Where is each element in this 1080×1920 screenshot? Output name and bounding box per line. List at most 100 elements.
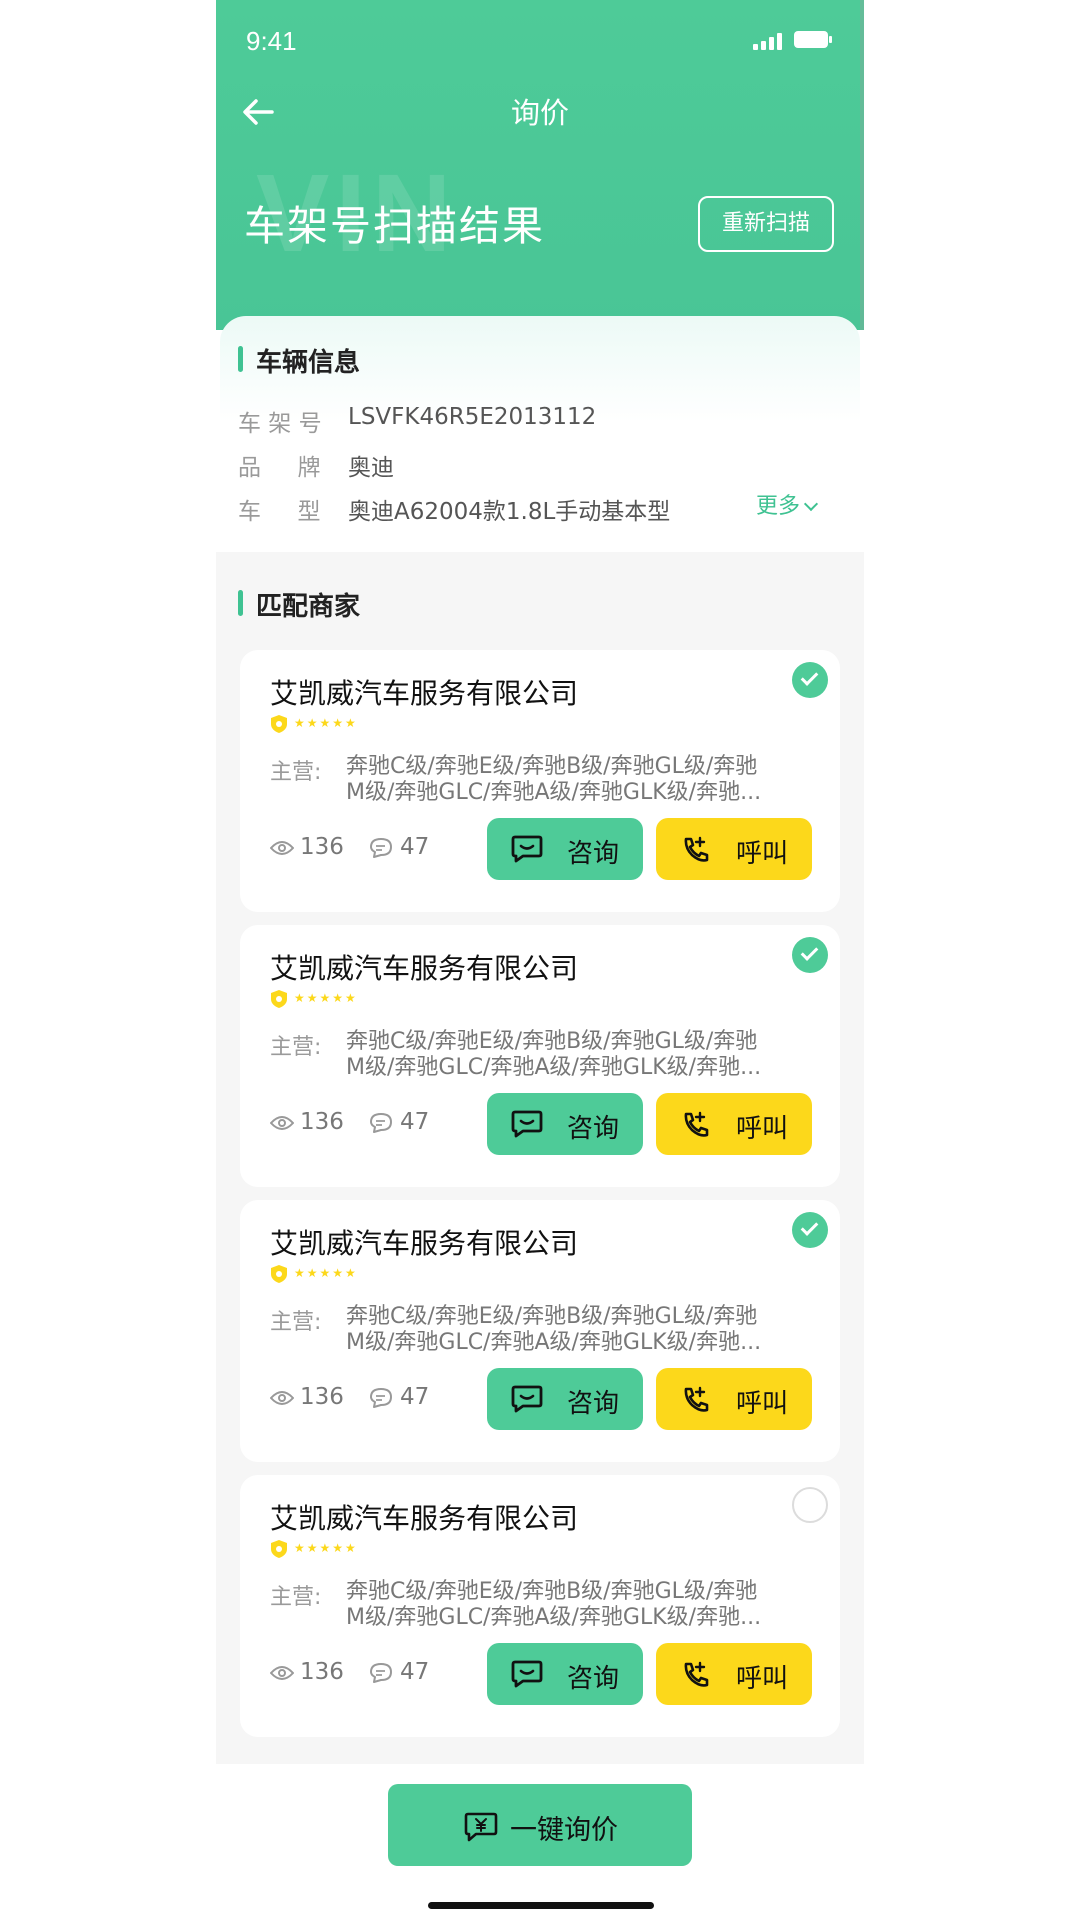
consult-button[interactable]: 咨询 bbox=[487, 818, 643, 880]
brand-value: 奥迪 bbox=[348, 455, 394, 481]
main-business-line: M级/奔驰GLC/奔驰A级/奔驰GLK级/奔驰... bbox=[346, 780, 762, 805]
comment-count: 47 bbox=[400, 1384, 430, 1410]
merchant-card[interactable]: 艾凯威汽车服务有限公司 ★★★★★ 主营: 奔驰C级/奔驰E级/奔驰B级/奔驰G… bbox=[240, 1475, 840, 1737]
merchant-name: 艾凯威汽车服务有限公司 bbox=[270, 1502, 579, 1535]
main-business-text: 奔驰C级/奔驰E级/奔驰B级/奔驰GL级/奔驰 M级/奔驰GLC/奔驰A级/奔驰… bbox=[346, 1304, 816, 1356]
main-business-line: M级/奔驰GLC/奔驰A级/奔驰GLK级/奔驰... bbox=[346, 1055, 762, 1080]
main-business-label: 主营: bbox=[270, 1035, 322, 1060]
main-business-text: 奔驰C级/奔驰E级/奔驰B级/奔驰GL级/奔驰 M级/奔驰GLC/奔驰A级/奔驰… bbox=[346, 1579, 816, 1631]
shield-badge-icon bbox=[271, 715, 287, 733]
rescan-button[interactable]: 重新扫描 bbox=[698, 196, 834, 252]
consult-label: 咨询 bbox=[567, 1114, 620, 1144]
consult-label: 咨询 bbox=[567, 839, 620, 869]
main-business-text: 奔驰C级/奔驰E级/奔驰B级/奔驰GL级/奔驰 M级/奔驰GLC/奔驰A级/奔驰… bbox=[346, 1029, 816, 1081]
signal-icon bbox=[753, 32, 783, 50]
view-count: 136 bbox=[300, 1659, 344, 1685]
call-button[interactable]: 呼叫 bbox=[656, 1643, 812, 1705]
phone-icon bbox=[684, 1111, 709, 1137]
main-business-line: 奔驰C级/奔驰E级/奔驰B级/奔驰GL级/奔驰 bbox=[346, 1029, 758, 1054]
chat-icon bbox=[511, 1385, 543, 1413]
main-business-label: 主营: bbox=[270, 1310, 322, 1335]
comment-icon bbox=[370, 838, 392, 858]
phone-icon bbox=[684, 836, 709, 862]
vin-value: LSVFK46R5E2013112 bbox=[348, 404, 597, 430]
call-button[interactable]: 呼叫 bbox=[656, 818, 812, 880]
merchant-name: 艾凯威汽车服务有限公司 bbox=[270, 1227, 579, 1260]
view-count: 136 bbox=[300, 834, 344, 860]
shield-badge-icon bbox=[271, 990, 287, 1008]
more-link[interactable]: 更多 bbox=[756, 488, 819, 520]
main-business-label: 主营: bbox=[270, 1585, 322, 1610]
vehicle-info-title: 车辆信息 bbox=[256, 348, 361, 378]
chevron-down-icon bbox=[803, 496, 819, 512]
merchant-name: 艾凯威汽车服务有限公司 bbox=[270, 677, 579, 710]
chat-icon bbox=[511, 835, 543, 863]
merchant-card[interactable]: 艾凯威汽车服务有限公司 ★★★★★ 主营: 奔驰C级/奔驰E级/奔驰B级/奔驰G… bbox=[240, 1200, 840, 1462]
chat-icon bbox=[511, 1660, 543, 1688]
main-business-text: 奔驰C级/奔驰E级/奔驰B级/奔驰GL级/奔驰 M级/奔驰GLC/奔驰A级/奔驰… bbox=[346, 754, 816, 806]
scan-result-heading: 车架号扫描结果 bbox=[244, 202, 545, 250]
star-rating-icon: ★★★★★ bbox=[294, 991, 358, 1005]
merchant-card[interactable]: 艾凯威汽车服务有限公司 ★★★★★ 主营: 奔驰C级/奔驰E级/奔驰B级/奔驰G… bbox=[240, 650, 840, 912]
call-label: 呼叫 bbox=[736, 1664, 789, 1694]
one-click-inquiry-label: 一键询价 bbox=[510, 1815, 618, 1846]
main-business-line: 奔驰C级/奔驰E级/奔驰B级/奔驰GL级/奔驰 bbox=[346, 1579, 758, 1604]
chat-icon bbox=[511, 1110, 543, 1138]
more-label: 更多 bbox=[756, 494, 801, 519]
comment-icon bbox=[370, 1388, 392, 1408]
eye-icon bbox=[270, 1391, 294, 1405]
shield-badge-icon bbox=[271, 1540, 287, 1558]
comment-icon bbox=[370, 1663, 392, 1683]
comment-count: 47 bbox=[400, 1109, 430, 1135]
comment-count: 47 bbox=[400, 834, 430, 860]
view-count: 136 bbox=[300, 1109, 344, 1135]
main-business-line: M级/奔驰GLC/奔驰A级/奔驰GLK级/奔驰... bbox=[346, 1605, 762, 1630]
shield-badge-icon bbox=[271, 1265, 287, 1283]
brand-label: 品 牌 bbox=[238, 455, 321, 481]
comment-count: 47 bbox=[400, 1659, 430, 1685]
consult-button[interactable]: 咨询 bbox=[487, 1368, 643, 1430]
call-label: 呼叫 bbox=[736, 1389, 789, 1419]
merchants-title: 匹配商家 bbox=[256, 592, 361, 622]
section-accent-bar bbox=[238, 590, 243, 616]
star-rating-icon: ★★★★★ bbox=[294, 716, 358, 730]
battery-icon bbox=[794, 31, 832, 48]
call-label: 呼叫 bbox=[736, 839, 789, 869]
page-title: 询价 bbox=[510, 96, 569, 130]
check-icon[interactable] bbox=[792, 1212, 828, 1248]
one-click-inquiry-button[interactable]: 一键询价 bbox=[388, 1784, 692, 1866]
status-bar: 9:41 bbox=[216, 0, 864, 80]
home-indicator bbox=[428, 1902, 654, 1909]
main-business-label: 主营: bbox=[270, 760, 322, 785]
consult-button[interactable]: 咨询 bbox=[487, 1643, 643, 1705]
model-label: 车 型 bbox=[238, 499, 321, 525]
yuan-chat-icon bbox=[464, 1812, 498, 1842]
eye-icon bbox=[270, 1116, 294, 1130]
eye-icon bbox=[270, 1666, 294, 1680]
star-rating-icon: ★★★★★ bbox=[294, 1541, 358, 1555]
consult-button[interactable]: 咨询 bbox=[487, 1093, 643, 1155]
consult-label: 咨询 bbox=[567, 1389, 620, 1419]
view-count: 136 bbox=[300, 1384, 344, 1410]
call-button[interactable]: 呼叫 bbox=[656, 1368, 812, 1430]
call-button[interactable]: 呼叫 bbox=[656, 1093, 812, 1155]
star-rating-icon: ★★★★★ bbox=[294, 1266, 358, 1280]
merchant-card[interactable]: 艾凯威汽车服务有限公司 ★★★★★ 主营: 奔驰C级/奔驰E级/奔驰B级/奔驰G… bbox=[240, 925, 840, 1187]
main-business-line: 奔驰C级/奔驰E级/奔驰B级/奔驰GL级/奔驰 bbox=[346, 1304, 758, 1329]
main-business-line: 奔驰C级/奔驰E级/奔驰B级/奔驰GL级/奔驰 bbox=[346, 754, 758, 779]
phone-screen: VIN 9:41 询价 车架号扫描结果 重新扫描 车辆信息 车 架 号 LSVF… bbox=[216, 0, 864, 1920]
unchecked-circle-icon[interactable] bbox=[792, 1487, 828, 1523]
phone-icon bbox=[684, 1386, 709, 1412]
check-icon[interactable] bbox=[792, 937, 828, 973]
check-icon[interactable] bbox=[792, 662, 828, 698]
merchant-name: 艾凯威汽车服务有限公司 bbox=[270, 952, 579, 985]
section-accent-bar bbox=[238, 346, 243, 372]
main-business-line: M级/奔驰GLC/奔驰A级/奔驰GLK级/奔驰... bbox=[346, 1330, 762, 1355]
call-label: 呼叫 bbox=[736, 1114, 789, 1144]
vin-label: 车 架 号 bbox=[238, 411, 322, 437]
status-time: 9:41 bbox=[246, 26, 297, 56]
eye-icon bbox=[270, 841, 294, 855]
comment-icon bbox=[370, 1113, 392, 1133]
consult-label: 咨询 bbox=[567, 1664, 620, 1694]
model-value: 奥迪A62004款1.8L手动基本型 bbox=[348, 499, 671, 525]
